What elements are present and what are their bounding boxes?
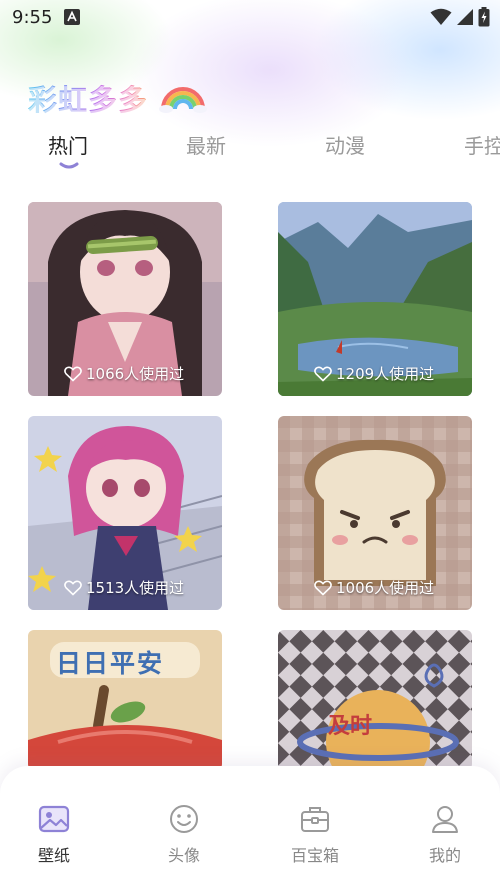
nav-toolbox[interactable]: 百宝箱: [275, 802, 355, 866]
card-overlay-text: 及时: [328, 714, 373, 739]
bottom-navigation: 壁纸 头像 百宝箱 我的: [0, 766, 500, 888]
nav-label: 百宝箱: [290, 846, 339, 865]
nav-profile[interactable]: 我的: [405, 802, 485, 866]
tab-anime[interactable]: 动漫: [325, 130, 365, 159]
notification-a-icon: [64, 9, 80, 25]
wallpaper-card[interactable]: 及时: [278, 630, 472, 770]
tab-hands[interactable]: 手控: [464, 130, 500, 159]
tab-hot[interactable]: 热门: [48, 130, 88, 159]
toolbox-icon: [301, 807, 329, 832]
rainbow-icon: [159, 87, 208, 113]
usage-text: 1209人使用过: [336, 365, 435, 383]
nav-label: 我的: [428, 846, 461, 865]
nav-label: 壁纸: [37, 846, 70, 865]
usage-text: 1006人使用过: [336, 579, 435, 597]
wallpaper-card[interactable]: 1513人使用过: [28, 416, 222, 610]
status-time: 9:55: [12, 7, 53, 28]
wifi-icon: [430, 8, 452, 25]
usage-count: 1006人使用过: [314, 577, 434, 598]
usage-count: 1066人使用过: [64, 363, 184, 384]
usage-count: 1209人使用过: [314, 363, 434, 384]
signal-icon: [457, 9, 473, 25]
usage-text: 1066人使用过: [86, 365, 185, 383]
nav-avatar[interactable]: 头像: [144, 802, 224, 866]
smiley-icon: [170, 805, 198, 833]
wallpaper-card[interactable]: 1066人使用过: [28, 202, 222, 396]
heart-icon: [314, 579, 332, 596]
wallpaper-card[interactable]: 1006人使用过: [278, 416, 472, 610]
image-icon: [38, 805, 70, 833]
wallpaper-grid: 1066人使用过 1209人使用过 1513人使用过 1006人使用过 日日平安…: [0, 200, 500, 770]
heart-icon: [64, 365, 82, 382]
app-logo: 彩虹多多: [28, 78, 208, 118]
battery-icon: [478, 7, 490, 27]
nav-label: 头像: [167, 846, 200, 865]
app-title: 彩虹多多: [28, 77, 148, 119]
usage-count: 1513人使用过: [64, 577, 184, 598]
wallpaper-thumbnail: [278, 630, 472, 770]
heart-icon: [64, 579, 82, 596]
tab-latest[interactable]: 最新: [186, 130, 226, 159]
card-overlay-text: 日日平安: [56, 649, 165, 678]
heart-icon: [314, 365, 332, 382]
status-bar: 9:55: [0, 0, 500, 34]
category-tabs: 热门 最新 动漫 手控: [0, 128, 500, 178]
nav-wallpaper[interactable]: 壁纸: [14, 802, 94, 866]
wallpaper-card[interactable]: 1209人使用过: [278, 202, 472, 396]
usage-text: 1513人使用过: [86, 579, 185, 597]
active-tab-indicator: [59, 162, 79, 169]
wallpaper-card[interactable]: 日日平安: [28, 630, 222, 770]
user-icon: [432, 806, 458, 833]
status-icons: [430, 7, 490, 27]
